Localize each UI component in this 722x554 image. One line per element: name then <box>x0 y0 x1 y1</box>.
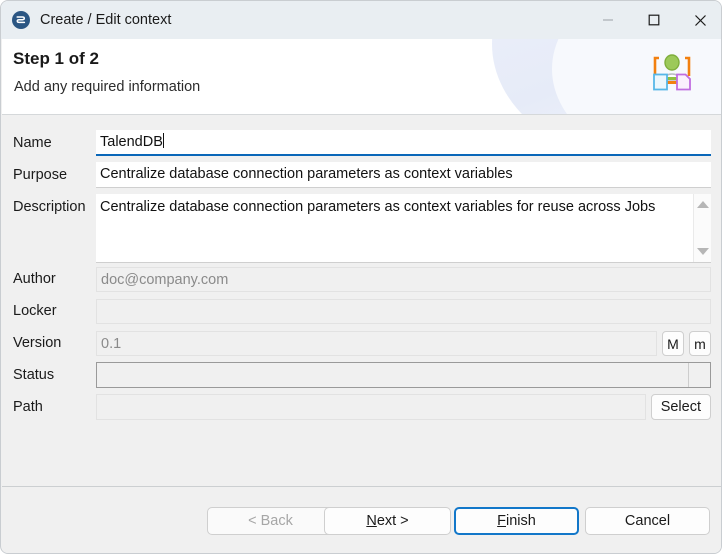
wizard-step-title: Step 1 of 2 <box>13 49 99 69</box>
name-input[interactable]: TalendDB <box>96 130 711 156</box>
wizard-banner: Step 1 of 2 Add any required information <box>2 39 722 114</box>
locker-label: Locker <box>2 299 96 324</box>
author-label: Author <box>2 267 96 292</box>
window-controls <box>585 1 722 39</box>
description-label: Description <box>2 194 96 220</box>
dialog-footer: < Back Next > Finish Cancel <box>2 487 722 553</box>
version-label: Version <box>2 331 96 356</box>
purpose-input[interactable]: Centralize database connection parameter… <box>96 162 711 188</box>
cancel-button[interactable]: Cancel <box>585 507 710 535</box>
cancel-button-label: Cancel <box>625 513 670 529</box>
version-input: 0.1 <box>96 331 657 356</box>
banner-decoration-2 <box>552 39 722 114</box>
maximize-icon[interactable] <box>631 1 677 39</box>
description-scrollbar[interactable] <box>693 194 711 262</box>
version-minor-button[interactable]: m <box>689 331 711 356</box>
locker-input <box>96 299 711 324</box>
next-button[interactable]: Next > <box>324 507 451 535</box>
back-button: < Back <box>207 507 334 535</box>
form-row-version: Version 0.1 M m <box>2 331 722 356</box>
next-button-label: Next > <box>366 513 408 529</box>
path-select-button[interactable]: Select <box>651 394 711 420</box>
title-bar: Create / Edit context <box>1 1 722 39</box>
author-input: doc@company.com <box>96 267 711 292</box>
name-label: Name <box>2 130 96 156</box>
form-row-purpose: Purpose Centralize database connection p… <box>2 162 722 188</box>
finish-button[interactable]: Finish <box>454 507 579 535</box>
status-combo-divider <box>688 363 689 387</box>
status-combo[interactable] <box>96 362 711 388</box>
purpose-label: Purpose <box>2 162 96 188</box>
version-major-button[interactable]: M <box>662 331 684 356</box>
form-row-description: Description Centralize database connecti… <box>2 194 722 263</box>
finish-button-label: Finish <box>497 513 536 529</box>
description-textarea-value: Centralize database connection parameter… <box>100 197 689 217</box>
dialog-window: Create / Edit context <box>0 0 722 554</box>
path-label: Path <box>2 394 96 420</box>
context-variables-icon <box>649 50 695 94</box>
status-label: Status <box>2 362 96 388</box>
close-icon[interactable] <box>677 1 722 39</box>
description-textarea[interactable]: Centralize database connection parameter… <box>96 194 711 263</box>
minimize-icon[interactable] <box>585 1 631 39</box>
scroll-down-arrow-icon[interactable] <box>697 248 709 255</box>
window-title: Create / Edit context <box>40 12 171 28</box>
title-bar-left: Create / Edit context <box>1 11 585 29</box>
name-input-value: TalendDB <box>100 134 163 150</box>
form-row-status: Status <box>2 362 722 388</box>
form-row-locker: Locker <box>2 299 722 324</box>
path-input <box>96 394 646 420</box>
back-button-label: < Back <box>248 513 293 529</box>
talend-logo-icon <box>12 11 30 29</box>
text-caret <box>163 133 164 148</box>
form-row-name: Name TalendDB <box>2 130 722 156</box>
form-row-path: Path Select <box>2 394 722 420</box>
form-row-author: Author doc@company.com <box>2 267 722 292</box>
wizard-step-subtitle: Add any required information <box>14 79 200 95</box>
form-body: Name TalendDB Purpose Centralize databas… <box>2 115 722 486</box>
scroll-up-arrow-icon[interactable] <box>697 201 709 208</box>
